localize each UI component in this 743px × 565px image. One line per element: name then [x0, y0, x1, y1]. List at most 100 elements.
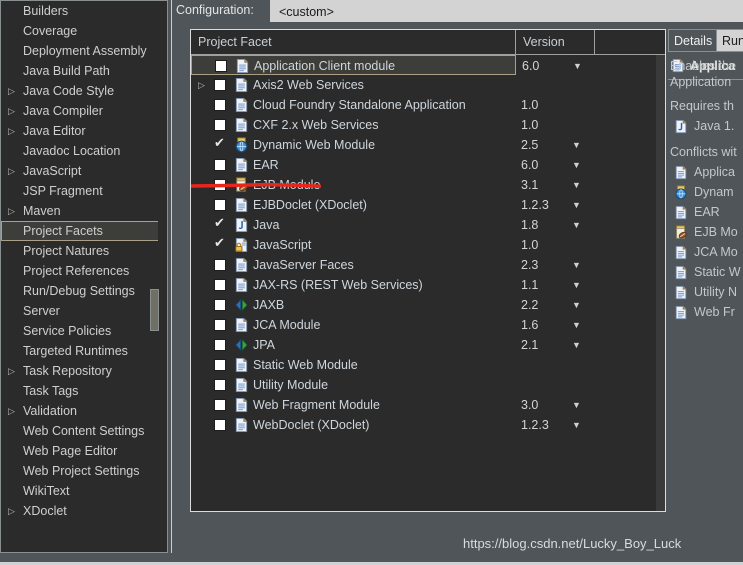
facet-checkbox[interactable]	[214, 319, 226, 331]
sidebar-item-project-facets[interactable]: Project Facets	[1, 221, 167, 241]
table-row[interactable]: JAXB 2.2 ▼	[191, 295, 665, 315]
sidebar-item-builders[interactable]: Builders	[1, 1, 167, 21]
sidebar-scrollbar[interactable]	[150, 1, 167, 552]
facet-checkbox-checked[interactable]	[214, 235, 226, 251]
expand-arrow-icon[interactable]: ▷	[198, 75, 208, 95]
sidebar-item-deployment-assembly[interactable]: Deployment Assembly	[1, 41, 167, 61]
table-row[interactable]: JPA 2.1 ▼	[191, 335, 665, 355]
table-row[interactable]: Dynamic Web Module 2.5 ▼	[191, 135, 665, 155]
table-row[interactable]: Application Client module 6.0 ▼	[191, 55, 582, 75]
table-scrollbar[interactable]	[656, 55, 665, 511]
expand-arrow-icon[interactable]: ▷	[8, 161, 18, 181]
sidebar-item-web-project-settings[interactable]: Web Project Settings	[1, 461, 167, 481]
tab-details[interactable]: Details	[668, 29, 718, 51]
sidebar-item-java-editor[interactable]: ▷ Java Editor	[1, 121, 167, 141]
expand-arrow-icon[interactable]: ▷	[8, 501, 18, 521]
facet-checkbox[interactable]	[214, 339, 226, 351]
table-row[interactable]: Web Fragment Module 3.0 ▼	[191, 395, 665, 415]
expand-arrow-icon[interactable]: ▷	[8, 121, 18, 141]
facet-checkbox[interactable]	[214, 359, 226, 371]
version-dropdown-icon[interactable]: ▼	[572, 275, 581, 295]
facet-name: JCA Module	[253, 318, 321, 332]
sidebar-item-service-policies[interactable]: Service Policies	[1, 321, 167, 341]
facet-checkbox-checked[interactable]	[214, 215, 226, 231]
version-dropdown-icon[interactable]: ▼	[572, 295, 581, 315]
facet-checkbox[interactable]	[214, 159, 226, 171]
configuration-combo[interactable]: <custom>	[270, 0, 743, 22]
version-dropdown-icon[interactable]: ▼	[572, 175, 581, 195]
facet-checkbox[interactable]	[214, 399, 226, 411]
sidebar-item-task-repository[interactable]: ▷ Task Repository	[1, 361, 167, 381]
facet-checkbox[interactable]	[214, 379, 226, 391]
facet-checkbox[interactable]	[214, 79, 226, 91]
sidebar-item-run-debug-settings[interactable]: Run/Debug Settings	[1, 281, 167, 301]
expand-arrow-icon[interactable]: ▷	[8, 201, 18, 221]
sidebar-item-project-references[interactable]: Project References	[1, 261, 167, 281]
column-header-blank[interactable]	[595, 30, 665, 54]
version-dropdown-icon[interactable]: ▼	[573, 56, 582, 76]
version-dropdown-icon[interactable]: ▼	[572, 195, 581, 215]
sidebar-item-xdoclet[interactable]: ▷ XDoclet	[1, 501, 167, 521]
facet-checkbox[interactable]	[214, 259, 226, 271]
sidebar-item-targeted-runtimes[interactable]: Targeted Runtimes	[1, 341, 167, 361]
project-facet-table[interactable]: Project Facet Version Application Client…	[190, 29, 666, 512]
table-row[interactable]: EJB Module 3.1 ▼	[191, 175, 665, 195]
table-row[interactable]: EAR 6.0 ▼	[191, 155, 665, 175]
table-row[interactable]: CXF 2.x Web Services 1.0	[191, 115, 665, 135]
expand-arrow-icon[interactable]: ▷	[8, 361, 18, 381]
sidebar-item-java-build-path[interactable]: Java Build Path	[1, 61, 167, 81]
table-row[interactable]: ▷ Axis2 Web Services	[191, 75, 665, 95]
facet-checkbox[interactable]	[214, 299, 226, 311]
facet-checkbox-checked[interactable]	[214, 135, 226, 151]
version-dropdown-icon[interactable]: ▼	[572, 255, 581, 275]
version-dropdown-icon[interactable]: ▼	[572, 315, 581, 335]
table-row[interactable]: Static Web Module	[191, 355, 665, 375]
facet-checkbox[interactable]	[214, 199, 226, 211]
facet-checkbox[interactable]	[214, 419, 226, 431]
sidebar-item-server[interactable]: Server	[1, 301, 167, 321]
facet-checkbox[interactable]	[214, 279, 226, 291]
version-dropdown-icon[interactable]: ▼	[572, 135, 581, 155]
facet-checkbox[interactable]	[214, 99, 226, 111]
sidebar-item-java-compiler[interactable]: ▷ Java Compiler	[1, 101, 167, 121]
sidebar-item-task-tags[interactable]: Task Tags	[1, 381, 167, 401]
expand-arrow-icon[interactable]: ▷	[8, 401, 18, 421]
tab-runtimes[interactable]: Run	[716, 29, 743, 51]
table-row[interactable]: Utility Module	[191, 375, 665, 395]
table-row[interactable]: Java 1.8 ▼	[191, 215, 665, 235]
table-row[interactable]: EJBDoclet (XDoclet) 1.2.3 ▼	[191, 195, 665, 215]
table-row[interactable]: JCA Module 1.6 ▼	[191, 315, 665, 335]
sidebar-item-wikitext[interactable]: WikiText	[1, 481, 167, 501]
expand-arrow-icon[interactable]: ▷	[8, 101, 18, 121]
sidebar-item-jsp-fragment[interactable]: JSP Fragment	[1, 181, 167, 201]
sidebar-scrollbar-thumb[interactable]	[150, 289, 159, 331]
column-header-project-facet[interactable]: Project Facet	[191, 30, 516, 54]
preferences-tree-list: Builders Coverage Deployment Assembly Java …	[1, 1, 167, 521]
sidebar-item-web-page-editor[interactable]: Web Page Editor	[1, 441, 167, 461]
facet-checkbox[interactable]	[214, 119, 226, 131]
sidebar-item-javascript[interactable]: ▷ JavaScript	[1, 161, 167, 181]
sidebar-item-project-natures[interactable]: Project Natures	[1, 241, 167, 261]
version-dropdown-icon[interactable]: ▼	[572, 415, 581, 435]
sidebar-item-java-code-style[interactable]: ▷ Java Code Style	[1, 81, 167, 101]
facet-checkbox[interactable]	[215, 60, 227, 72]
sidebar-item-coverage[interactable]: Coverage	[1, 21, 167, 41]
sidebar-item-web-content-settings[interactable]: Web Content Settings	[1, 421, 167, 441]
column-header-version[interactable]: Version	[516, 30, 595, 54]
preferences-tree[interactable]: Builders Coverage Deployment Assembly Java …	[0, 0, 168, 553]
version-dropdown-icon[interactable]: ▼	[572, 155, 581, 175]
version-dropdown-icon[interactable]: ▼	[572, 395, 581, 415]
facet-checkbox[interactable]	[214, 179, 226, 191]
version-dropdown-icon[interactable]: ▼	[572, 335, 581, 355]
sidebar-item-javadoc-location[interactable]: Javadoc Location	[1, 141, 167, 161]
table-row[interactable]: WebDoclet (XDoclet) 1.2.3 ▼	[191, 415, 665, 435]
table-row[interactable]: JavaScript 1.0	[191, 235, 665, 255]
sidebar-item-maven[interactable]: ▷ Maven	[1, 201, 167, 221]
expand-arrow-icon[interactable]: ▷	[8, 81, 18, 101]
sidebar-item-validation[interactable]: ▷ Validation	[1, 401, 167, 421]
table-row[interactable]: JAX-RS (REST Web Services) 1.1 ▼	[191, 275, 665, 295]
version-dropdown-icon[interactable]: ▼	[572, 215, 581, 235]
table-row[interactable]: Cloud Foundry Standalone Application 1.0	[191, 95, 665, 115]
details-conflicts-item: Web Fr	[674, 304, 735, 320]
table-row[interactable]: JavaServer Faces 2.3 ▼	[191, 255, 665, 275]
